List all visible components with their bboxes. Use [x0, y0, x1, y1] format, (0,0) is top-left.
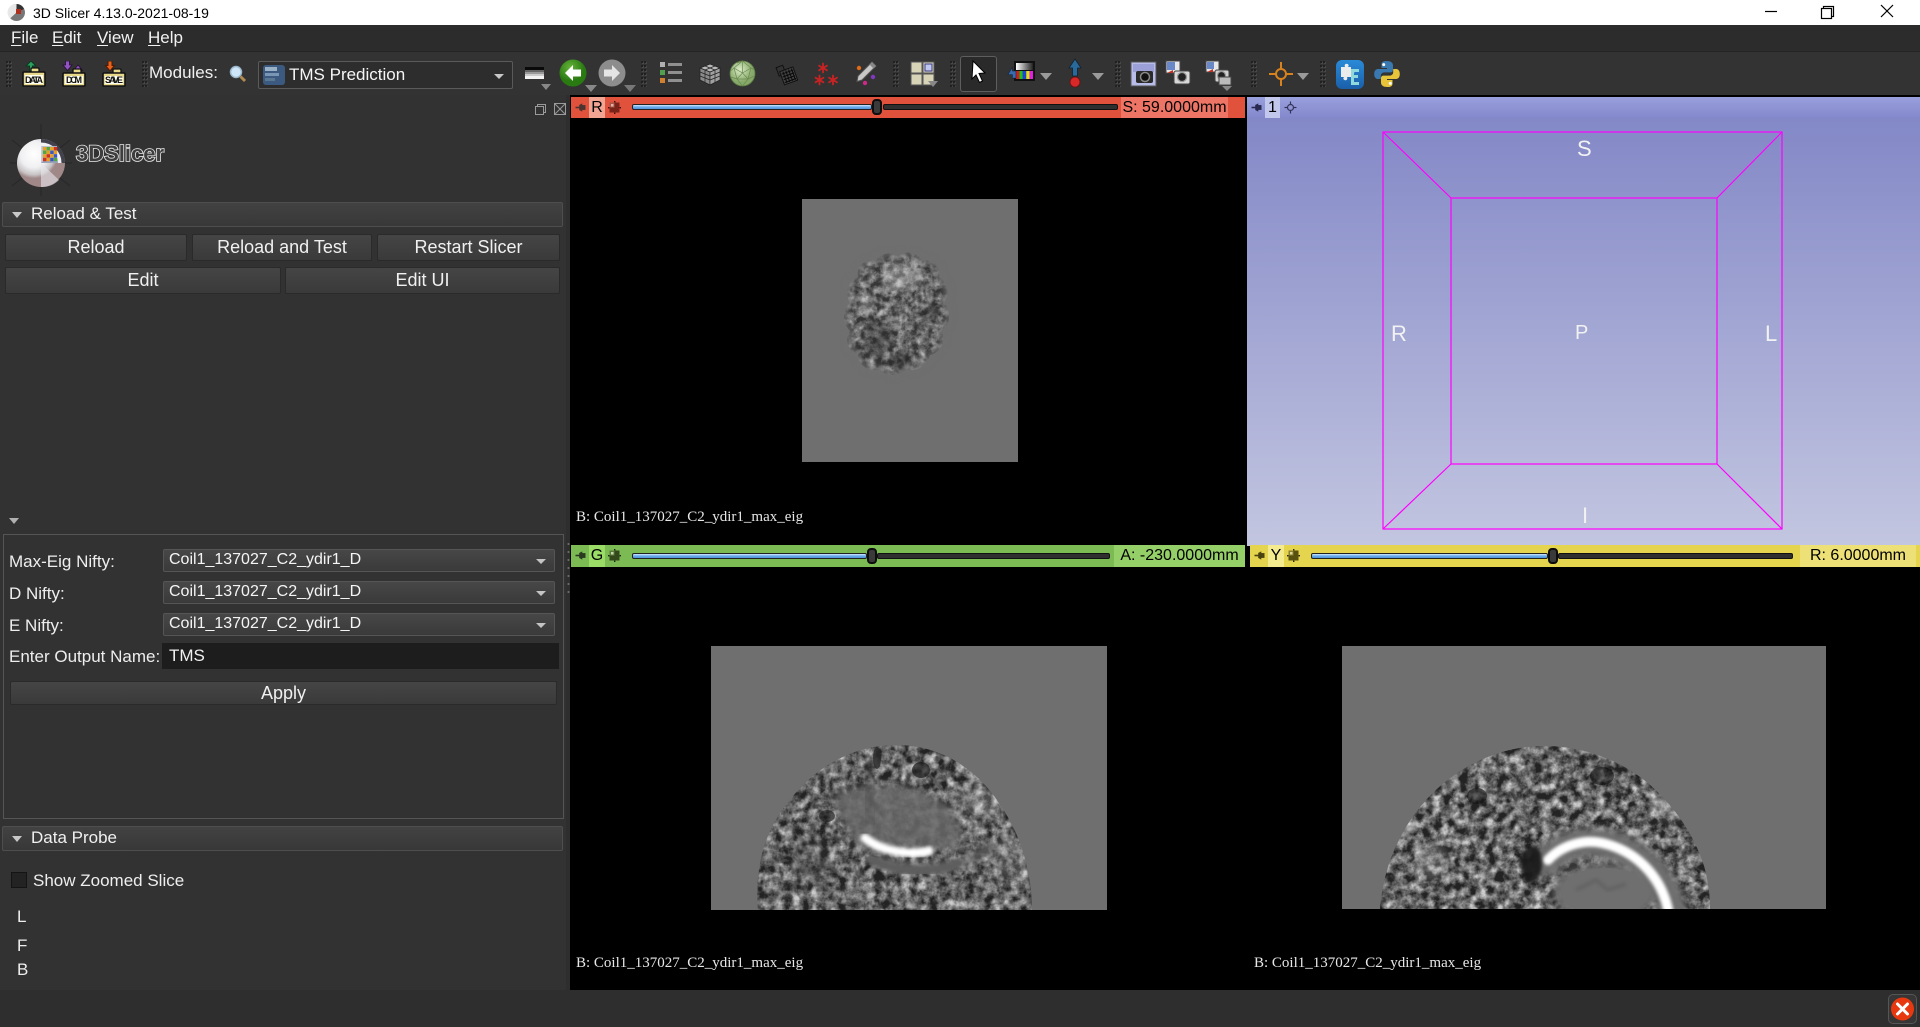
svg-text:SAVE: SAVE: [105, 75, 123, 85]
svg-text:DCM: DCM: [66, 75, 82, 85]
svg-text:R: R: [1391, 321, 1407, 346]
svg-text:I: I: [1582, 503, 1588, 528]
svg-text:S: S: [1577, 136, 1592, 161]
svg-text:DATA: DATA: [25, 75, 44, 85]
svg-text:3DSlicer: 3DSlicer: [76, 141, 164, 166]
svg-text:P: P: [1575, 322, 1588, 344]
svg-text:L: L: [1765, 321, 1777, 346]
